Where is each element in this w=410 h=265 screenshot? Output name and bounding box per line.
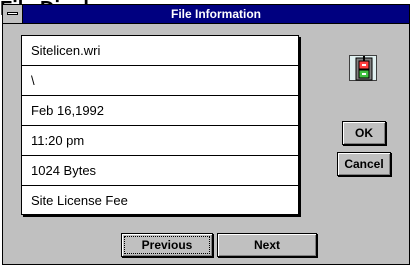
- field-size: 1024 Bytes: [22, 156, 298, 186]
- previous-button[interactable]: Previous: [121, 233, 213, 257]
- dialog-title: File Information: [171, 7, 261, 21]
- file-info-fields: Sitelicen.wri \ Feb 16,1992 11:20 pm 102…: [21, 35, 299, 215]
- title-bar: File Information: [3, 5, 409, 24]
- file-cabinet-icon: [349, 55, 377, 81]
- field-file-name: Sitelicen.wri: [22, 36, 298, 66]
- field-description: Site License Fee: [31, 193, 128, 208]
- file-information-dialog: File Information Sitelicen.wri \ Feb 16,…: [2, 4, 410, 265]
- system-menu-button[interactable]: [3, 5, 23, 23]
- ok-button[interactable]: OK: [342, 121, 386, 145]
- next-button[interactable]: Next: [217, 233, 317, 257]
- field-date: Feb 16,1992: [22, 96, 298, 126]
- field-directory: \: [22, 66, 298, 96]
- field-time: 11:20 pm: [22, 126, 298, 156]
- cancel-button[interactable]: Cancel: [337, 152, 391, 176]
- system-menu-icon: [7, 12, 18, 15]
